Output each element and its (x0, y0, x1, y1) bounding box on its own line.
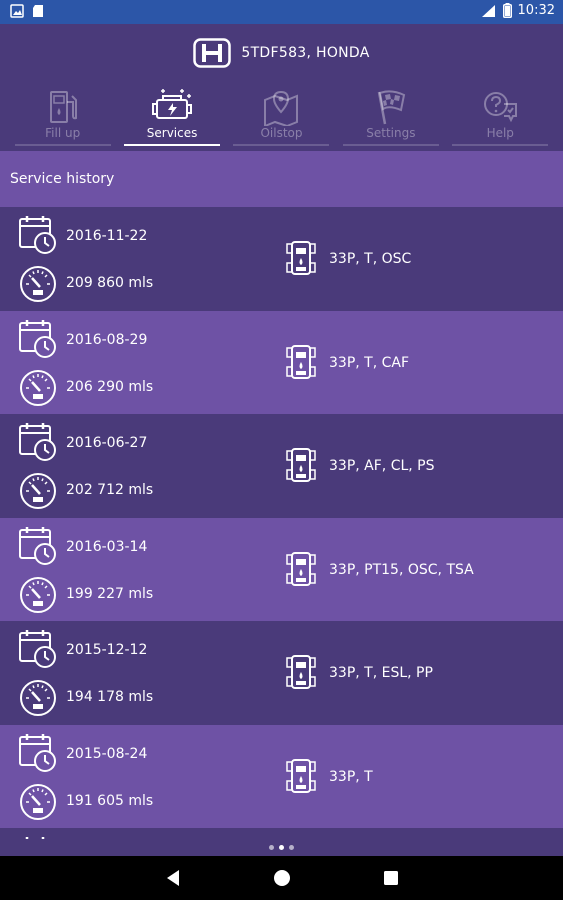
odometer-icon (20, 369, 56, 406)
list-item[interactable]: 2016-06-27 202 712 mls 33P, AF, CL, PS (0, 414, 563, 518)
list-item[interactable]: 2015-08-24 191 605 mls 33P, T (0, 724, 563, 828)
tab-help[interactable]: Help (452, 86, 549, 148)
vehicle-selector[interactable]: 5TDF583, HONDA (0, 38, 563, 68)
page-dot-active (279, 845, 284, 850)
status-bar: 10:32 (0, 0, 563, 24)
tab-settings[interactable]: Settings (342, 86, 439, 148)
service-mileage: 209 860 mls (66, 275, 154, 291)
signal-icon (481, 4, 495, 17)
checkered-flag-icon (377, 90, 405, 125)
service-mileage: 199 227 mls (66, 585, 154, 602)
list-item[interactable]: 2015-12-12 194 178 mls 33P, T, ESL, PP (0, 621, 563, 725)
service-date: 2016-11-22 (66, 228, 148, 244)
recents-icon[interactable] (383, 870, 399, 886)
service-date: 2016-03-14 (66, 538, 148, 555)
car-top-view-icon (286, 551, 316, 586)
sd-card-icon (33, 5, 43, 17)
navigation-bar (0, 856, 563, 900)
service-history-list[interactable]: 2016-11-22 209 860 mls 33P, T, OSC 2016-… (0, 207, 563, 839)
car-top-view-icon (286, 448, 316, 482)
battery-icon (502, 3, 512, 18)
home-icon[interactable] (273, 869, 291, 887)
honda-logo-icon (193, 38, 232, 68)
service-date: 2015-08-24 (66, 745, 148, 762)
car-top-view-icon (286, 344, 316, 379)
service-codes: 33P, T, OSC (329, 251, 412, 267)
odometer-icon (20, 473, 56, 509)
odometer-icon (20, 576, 56, 613)
calendar-clock-icon (19, 526, 56, 565)
list-item-partial[interactable] (0, 828, 563, 839)
service-codes: 33P, T, CAF (329, 354, 410, 371)
calendar-clock-icon (19, 216, 56, 254)
service-mileage: 191 605 mls (66, 792, 154, 809)
odometer-icon (20, 266, 56, 302)
fuel-pump-icon (49, 91, 77, 123)
list-item[interactable]: 2016-11-22 209 860 mls 33P, T, OSC (0, 207, 563, 311)
photo-notification-icon (10, 4, 24, 18)
odometer-icon (20, 680, 56, 716)
calendar-clock-icon (19, 423, 56, 461)
page-indicator (0, 839, 563, 856)
page-dot (289, 845, 294, 850)
tab-bar: Fill up Services Oilstop Settings Help (0, 86, 563, 148)
list-item[interactable]: 2016-03-14 199 227 mls 33P, PT15, OSC, T… (0, 517, 563, 621)
service-date: 2015-12-12 (66, 642, 148, 658)
back-icon[interactable] (165, 869, 181, 887)
calendar-clock-icon (19, 733, 56, 772)
tab-fill-up[interactable]: Fill up (14, 86, 111, 148)
help-chat-icon (484, 92, 518, 123)
calendar-clock-icon (19, 630, 56, 668)
tab-services[interactable]: Services (124, 86, 221, 148)
service-date: 2016-06-27 (66, 435, 148, 451)
page-dot (269, 845, 274, 850)
list-item[interactable]: 2016-08-29 206 290 mls 33P, T, CAF (0, 310, 563, 414)
map-pin-icon (264, 90, 299, 126)
service-mileage: 194 178 mls (66, 689, 154, 705)
clock: 10:32 (517, 3, 555, 18)
service-mileage: 202 712 mls (66, 482, 154, 498)
car-top-view-icon (286, 655, 316, 689)
app-header: 5TDF583, HONDA Fill up Services Oilstop … (0, 24, 563, 151)
odometer-icon (20, 783, 56, 820)
service-codes: 33P, AF, CL, PS (329, 458, 435, 474)
engine-icon (152, 89, 193, 119)
service-codes: 33P, T (329, 768, 373, 785)
service-codes: 33P, PT15, OSC, TSA (329, 561, 474, 578)
car-top-view-icon (286, 758, 316, 793)
calendar-clock-icon (19, 319, 56, 358)
service-mileage: 206 290 mls (66, 378, 154, 395)
tab-oilstop[interactable]: Oilstop (233, 86, 330, 148)
vehicle-title: 5TDF583, HONDA (241, 45, 370, 61)
car-top-view-icon (286, 241, 316, 275)
service-codes: 33P, T, ESL, PP (329, 665, 433, 681)
section-title: Service history (0, 151, 563, 207)
service-date: 2016-08-29 (66, 331, 148, 348)
